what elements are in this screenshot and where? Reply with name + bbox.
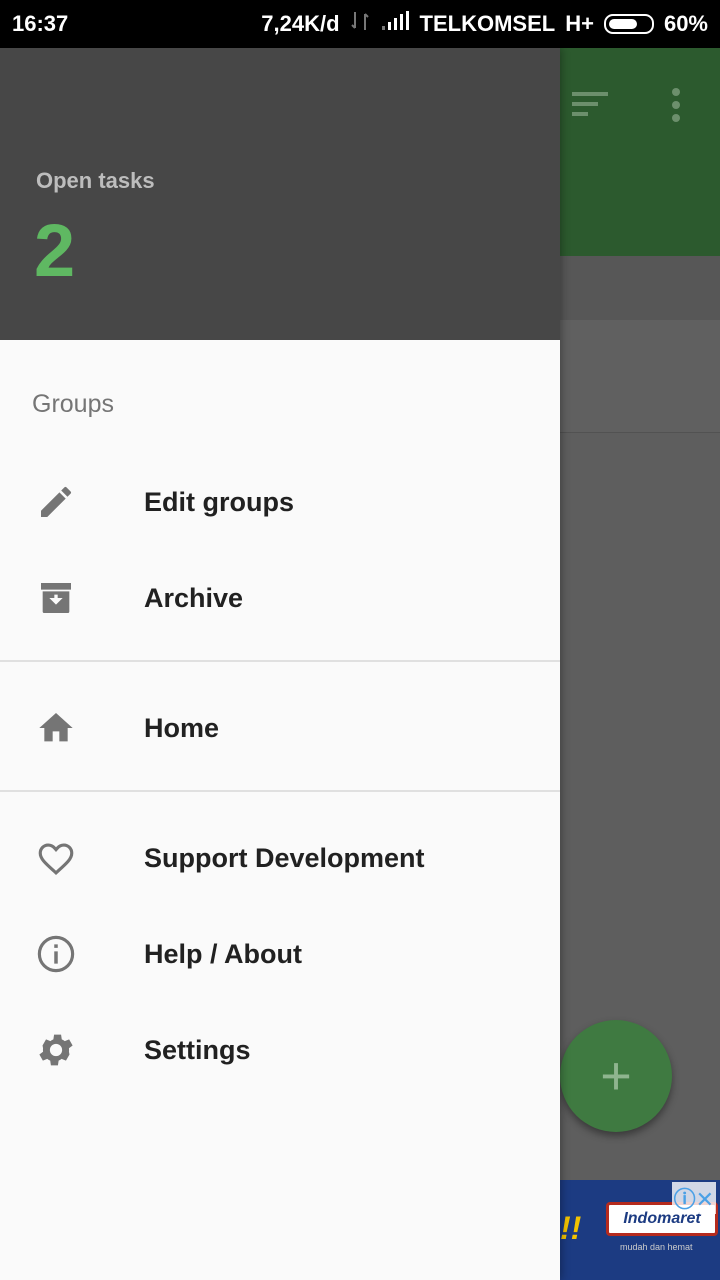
navigation-drawer: Open tasks 2 Groups Edit groups Archive … <box>0 48 560 1280</box>
drawer-item-home[interactable]: Home <box>0 680 560 776</box>
add-task-fab[interactable]: + <box>560 1020 672 1132</box>
ad-banner[interactable]: !! Indomaret mudah dan hemat ⓘ✕ <box>560 1180 720 1280</box>
groups-section-title: Groups <box>32 390 114 418</box>
overflow-menu-icon[interactable] <box>670 88 682 131</box>
drawer-divider <box>0 790 560 792</box>
sort-icon[interactable] <box>572 88 610 127</box>
drawer-item-label: Edit groups <box>144 486 294 517</box>
ad-close-icon[interactable]: ⓘ✕ <box>671 1182 716 1214</box>
drawer-item-label: Archive <box>144 582 244 613</box>
status-indicators: 7,24K/d TELKOMSEL H+ 60% <box>261 10 708 38</box>
open-tasks-count: 2 <box>34 209 76 292</box>
info-icon <box>34 932 78 976</box>
drawer-item-label: Support Development <box>144 842 425 873</box>
drawer-item-label: Home <box>144 712 220 743</box>
drawer-header: Open tasks 2 <box>0 48 560 340</box>
pencil-icon <box>34 480 78 524</box>
heart-icon <box>34 836 78 880</box>
status-bar: 16:37 7,24K/d TELKOMSEL H+ 60% <box>0 0 720 48</box>
status-time: 16:37 <box>12 11 69 36</box>
drawer-item-support-development[interactable]: Support Development <box>0 810 560 906</box>
carrier-name: TELKOMSEL <box>419 11 556 36</box>
ad-tagline: mudah dan hemat <box>620 1242 693 1252</box>
data-transfer-icon <box>350 10 370 38</box>
drawer-divider <box>0 660 560 662</box>
home-icon <box>34 706 78 750</box>
drawer-item-label: Settings <box>144 1034 251 1065</box>
drawer-item-label: Help / About <box>144 938 302 969</box>
network-speed: 7,24K/d <box>261 11 340 36</box>
battery-level: 60% <box>663 11 708 36</box>
open-tasks-label: Open tasks <box>36 168 155 193</box>
drawer-item-settings[interactable]: Settings <box>0 1002 560 1098</box>
ad-exclaim-graphic: !! <box>560 1210 582 1246</box>
plus-icon: + <box>600 1046 632 1106</box>
signal-icon <box>380 10 410 38</box>
gear-icon <box>34 1028 78 1072</box>
archive-icon <box>34 576 78 620</box>
drawer-item-edit-groups[interactable]: Edit groups <box>0 454 560 550</box>
drawer-item-archive[interactable]: Archive <box>0 550 560 646</box>
network-type: H+ <box>565 11 594 36</box>
drawer-item-help-about[interactable]: Help / About <box>0 906 560 1002</box>
battery-icon <box>603 14 654 34</box>
